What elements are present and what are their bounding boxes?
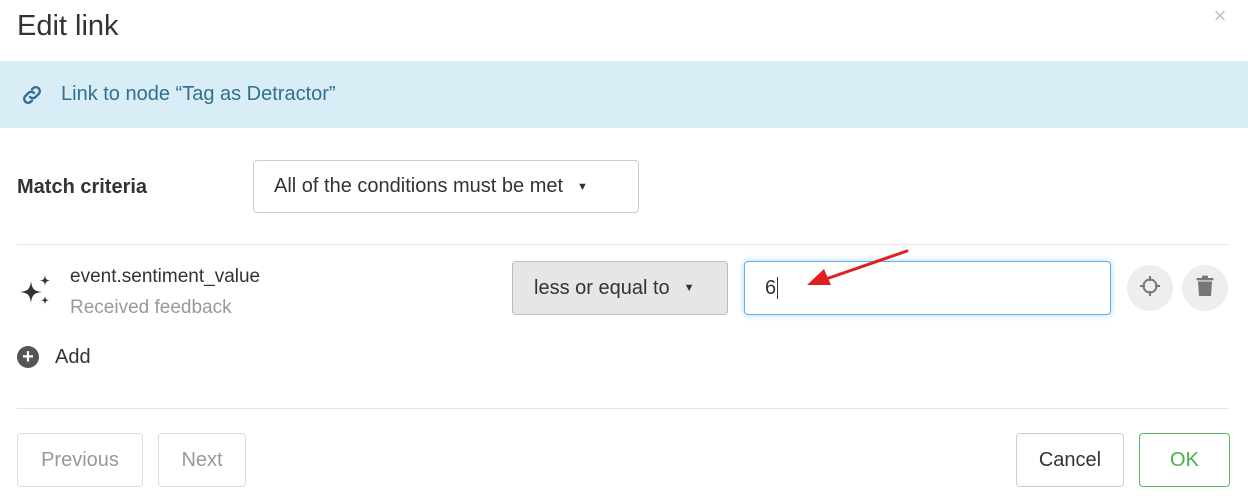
match-criteria-label: Match criteria	[17, 176, 148, 198]
cancel-button[interactable]: Cancel	[1016, 433, 1124, 487]
link-info-banner: Link to node “Tag as Detractor”	[0, 61, 1248, 128]
operator-select[interactable]: less or equal to ▼	[512, 261, 728, 315]
annotation-arrow	[807, 249, 909, 285]
previous-button[interactable]: Previous	[17, 433, 143, 487]
match-criteria-select[interactable]: All of the conditions must be met ▼	[253, 160, 639, 213]
text-cursor	[777, 277, 779, 299]
add-label: Add	[55, 345, 91, 368]
condition-value-text: 6	[765, 276, 777, 299]
sparkles-icon	[17, 272, 55, 310]
add-condition-button[interactable]: + Add	[17, 342, 91, 372]
link-icon	[19, 82, 45, 108]
divider	[17, 408, 1229, 409]
condition-field-source: Received feedback	[70, 297, 232, 318]
plus-circle-icon: +	[17, 346, 39, 368]
caret-down-icon: ▼	[577, 180, 588, 193]
next-button[interactable]: Next	[158, 433, 246, 487]
caret-down-icon: ▼	[683, 282, 695, 294]
close-icon[interactable]: ×	[1208, 4, 1232, 28]
delete-condition-button[interactable]	[1182, 265, 1228, 311]
crosshair-icon	[1139, 275, 1161, 302]
banner-text: Link to node “Tag as Detractor”	[61, 83, 336, 105]
trash-icon	[1196, 275, 1214, 302]
condition-field-name: event.sentiment_value	[70, 266, 261, 287]
match-criteria-value: All of the conditions must be met	[274, 175, 564, 197]
ok-button[interactable]: OK	[1139, 433, 1230, 487]
pick-target-button[interactable]	[1127, 265, 1173, 311]
operator-value: less or equal to	[534, 276, 670, 299]
divider	[17, 244, 1229, 245]
dialog-title: Edit link	[17, 10, 119, 42]
